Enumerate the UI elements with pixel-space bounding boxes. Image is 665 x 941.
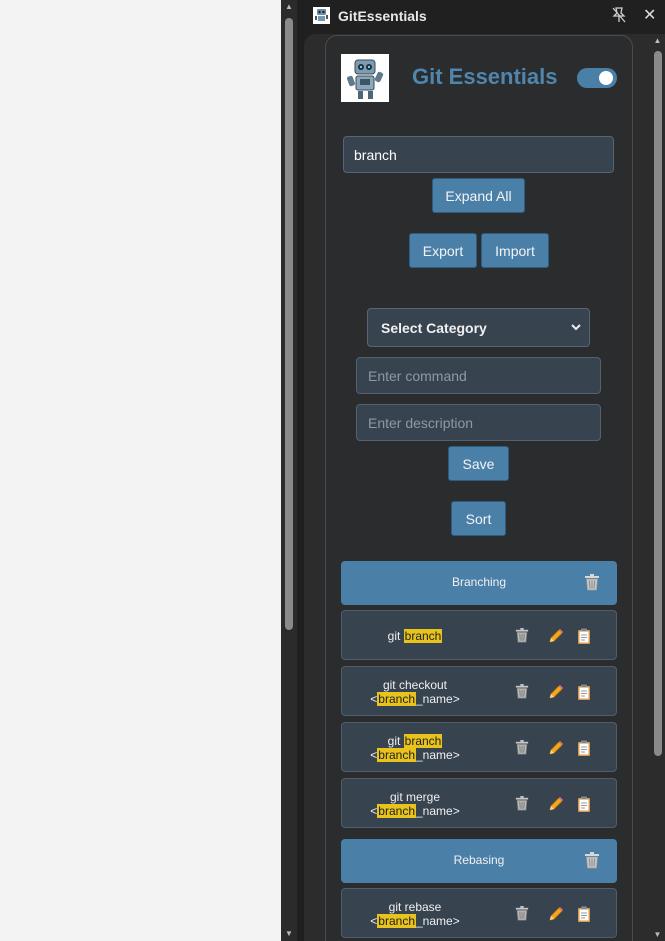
trash-icon[interactable]	[515, 684, 529, 699]
command-line: git branch	[388, 629, 443, 643]
pencil-icon[interactable]	[548, 684, 564, 700]
sort-button[interactable]: Sort	[451, 501, 506, 536]
robot-logo-image	[341, 54, 389, 102]
command-input[interactable]	[356, 357, 601, 394]
outer-scrollbar[interactable]: ▲ ▼	[281, 0, 297, 941]
command-text[interactable]: git branch	[342, 611, 488, 661]
command-line: git merge	[389, 790, 441, 804]
toggle-knob	[599, 71, 613, 85]
command-row: git checkout <branch_name>	[341, 666, 617, 716]
search-highlight: branch	[403, 629, 443, 643]
unpin-icon[interactable]	[611, 6, 627, 24]
search-highlight: branch	[377, 748, 416, 762]
close-icon[interactable]: ✕	[643, 5, 656, 25]
search-highlight: branch	[377, 692, 416, 706]
command-text-part: git	[387, 629, 404, 643]
pencil-icon[interactable]	[548, 740, 564, 756]
search-input[interactable]	[343, 136, 614, 173]
command-text-part: _name>	[416, 748, 460, 762]
pencil-icon[interactable]	[548, 628, 564, 644]
command-text-part: _name>	[416, 692, 460, 706]
command-line: <branch_name>	[370, 692, 460, 706]
command-line: git rebase	[388, 900, 442, 914]
command-row: git branch <branch_name>	[341, 722, 617, 772]
trash-icon[interactable]	[515, 796, 529, 811]
pencil-icon[interactable]	[548, 796, 564, 812]
clipboard-icon[interactable]	[577, 684, 591, 700]
command-text-part: _name>	[416, 804, 460, 818]
scroll-down-arrow-icon[interactable]: ▼	[281, 927, 297, 941]
robot-app-icon	[313, 7, 330, 24]
inner-scroll-thumb[interactable]	[654, 51, 662, 756]
command-line: <branch_name>	[370, 804, 460, 818]
category-select[interactable]: Select Category	[367, 308, 590, 347]
command-text[interactable]: git checkout <branch_name>	[342, 667, 488, 717]
trash-icon[interactable]	[584, 574, 600, 591]
category-name: Branching	[451, 575, 507, 589]
trash-icon[interactable]	[515, 906, 529, 921]
pencil-icon[interactable]	[548, 906, 564, 922]
command-text[interactable]: git rebase <branch_name>	[342, 889, 488, 939]
export-button[interactable]: Export	[409, 233, 477, 268]
inner-scroll-down-icon[interactable]: ▼	[650, 930, 665, 939]
expand-all-button[interactable]: Expand All	[432, 178, 525, 213]
clipboard-icon[interactable]	[577, 796, 591, 812]
category-name: Rebasing	[453, 853, 505, 867]
extension-side-panel: GitEssentials ✕ ▲ ▼ Git Essentials Expan…	[297, 0, 665, 941]
description-input[interactable]	[356, 404, 601, 441]
search-highlight: branch	[377, 804, 416, 818]
clipboard-icon[interactable]	[577, 740, 591, 756]
command-text[interactable]: git merge <branch_name>	[342, 779, 488, 829]
scroll-up-arrow-icon[interactable]: ▲	[281, 0, 297, 14]
chevron-down-icon	[571, 324, 581, 331]
app-heading: Git Essentials	[412, 64, 558, 89]
panel-title-bar: GitEssentials ✕	[297, 0, 665, 32]
search-highlight: branch	[377, 914, 416, 928]
command-row: git merge <branch_name>	[341, 778, 617, 828]
command-row: git rebase <branch_name>	[341, 888, 617, 938]
trash-icon[interactable]	[584, 852, 600, 869]
command-line: <branch_name>	[370, 748, 460, 762]
category-select-value: Select Category	[381, 320, 487, 336]
command-line: git branch	[388, 734, 443, 748]
inner-scroll-up-icon[interactable]: ▲	[650, 36, 665, 45]
category-header-rebasing[interactable]: Rebasing	[341, 839, 617, 883]
clipboard-icon[interactable]	[577, 628, 591, 644]
category-header-branching[interactable]: Branching	[341, 561, 617, 605]
inner-scrollbar[interactable]: ▲ ▼	[650, 34, 665, 941]
search-highlight: branch	[403, 734, 443, 748]
clipboard-icon[interactable]	[577, 906, 591, 922]
command-line: <branch_name>	[370, 914, 460, 928]
command-text[interactable]: git branch <branch_name>	[342, 723, 488, 773]
command-text-part: _name>	[416, 914, 460, 928]
save-button[interactable]: Save	[448, 446, 509, 481]
theme-toggle[interactable]	[577, 68, 617, 88]
command-row: git branch	[341, 610, 617, 660]
trash-icon[interactable]	[515, 628, 529, 643]
command-line: git checkout	[382, 678, 448, 692]
import-button[interactable]: Import	[481, 233, 549, 268]
command-text-part: git	[387, 734, 404, 748]
trash-icon[interactable]	[515, 740, 529, 755]
outer-scroll-thumb[interactable]	[285, 18, 293, 630]
panel-title: GitEssentials	[338, 8, 427, 24]
